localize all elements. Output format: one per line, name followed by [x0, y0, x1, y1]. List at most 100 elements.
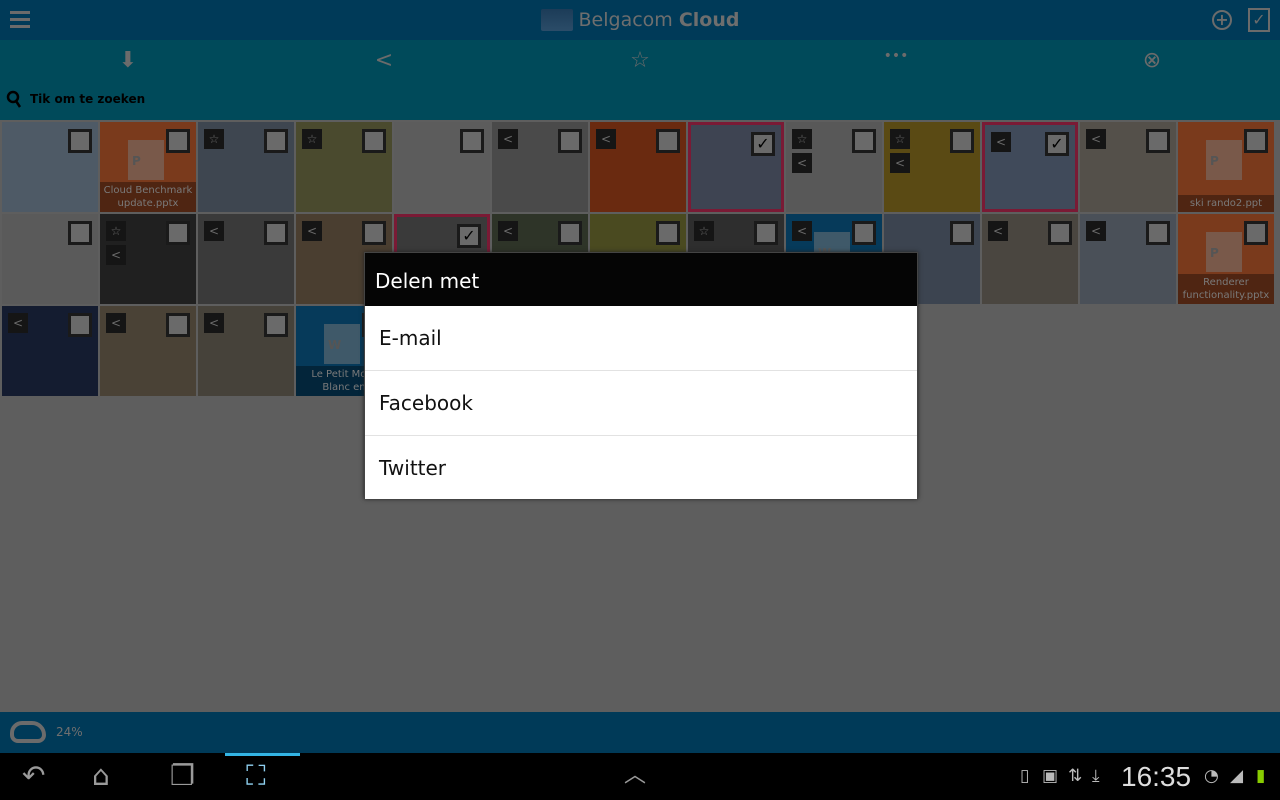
file-tile[interactable]: ☆ — [198, 122, 294, 212]
download-icon[interactable]: ⬇ — [108, 48, 148, 76]
select-checkbox[interactable] — [166, 313, 190, 337]
share-icon: < — [991, 132, 1011, 152]
clock: 16:35 — [1121, 761, 1192, 792]
select-checkbox[interactable] — [852, 129, 876, 153]
file-tile[interactable]: < — [492, 122, 588, 212]
battery-charging-icon: ▮ — [1256, 766, 1266, 786]
plus-circle-icon[interactable]: + — [1212, 10, 1232, 30]
select-checkbox[interactable] — [362, 129, 386, 153]
select-checkbox[interactable] — [1048, 221, 1072, 245]
app-title: Belgacom Cloud — [579, 9, 740, 31]
file-tile[interactable]: ☆ — [296, 122, 392, 212]
back-icon[interactable]: ↶ — [22, 761, 45, 791]
powerpoint-icon: P — [128, 140, 164, 180]
sd-card-icon: ▯ — [1020, 766, 1030, 786]
hamburger-icon[interactable] — [10, 11, 30, 28]
dialog-title: Delen met — [365, 253, 917, 306]
select-checkbox[interactable] — [68, 313, 92, 337]
select-checkbox[interactable] — [1244, 221, 1268, 245]
select-checkbox[interactable] — [264, 221, 288, 245]
select-checkbox[interactable] — [1146, 129, 1170, 153]
file-tile[interactable]: Pski rando2.ppt — [1178, 122, 1274, 212]
select-checkbox[interactable] — [166, 221, 190, 245]
app-title-bold: Cloud — [678, 9, 740, 31]
share-icon: < — [890, 153, 910, 173]
file-tile[interactable]: < — [982, 214, 1078, 304]
signal-icon: ◢ — [1230, 766, 1244, 786]
cloud-icon — [10, 721, 46, 743]
download-icon: ⤓ — [1092, 766, 1100, 786]
star-icon: ☆ — [204, 129, 224, 149]
storage-used: 24% — [56, 725, 83, 739]
file-name: Cloud Benchmark update.pptx — [100, 182, 196, 212]
file-tile[interactable] — [2, 214, 98, 304]
file-tile[interactable]: P Cloud Benchmark update.pptx — [100, 122, 196, 212]
select-checkbox[interactable] — [264, 313, 288, 337]
select-checkbox[interactable] — [362, 221, 386, 245]
file-name: Renderer functionality.pptx — [1178, 274, 1274, 304]
search-field[interactable]: Tik om te zoeken — [6, 90, 145, 108]
select-checkbox[interactable] — [1146, 221, 1170, 245]
checkbox-checked-icon[interactable]: ✓ — [1248, 8, 1270, 32]
select-checkbox[interactable]: ✓ — [751, 132, 775, 156]
screenshot-icon[interactable]: ⛶ — [246, 761, 266, 791]
file-tile[interactable]: < ✓ — [982, 122, 1078, 212]
file-tile[interactable]: < — [1080, 122, 1176, 212]
select-checkbox[interactable] — [558, 221, 582, 245]
file-tile[interactable]: < — [198, 306, 294, 396]
select-checkbox[interactable] — [558, 129, 582, 153]
file-tile[interactable]: < — [1080, 214, 1176, 304]
select-checkbox[interactable] — [460, 129, 484, 153]
star-icon: ☆ — [302, 129, 322, 149]
share-icon: < — [106, 245, 126, 265]
file-tile[interactable]: ☆ < — [100, 214, 196, 304]
active-indicator — [225, 753, 300, 756]
share-icon: < — [596, 129, 616, 149]
file-tile[interactable] — [2, 122, 98, 212]
select-checkbox[interactable] — [656, 129, 680, 153]
share-option-email[interactable]: E-mail — [365, 306, 917, 371]
chevron-up-icon[interactable]: ︿ — [624, 761, 646, 791]
share-icon: < — [204, 313, 224, 333]
file-tile[interactable]: ✓ — [688, 122, 784, 212]
star-icon[interactable]: ☆ — [620, 48, 660, 76]
star-icon: ☆ — [792, 129, 812, 149]
file-tile[interactable] — [394, 122, 490, 212]
file-tile[interactable]: ☆ < — [884, 122, 980, 212]
file-tile[interactable]: < — [590, 122, 686, 212]
select-checkbox[interactable] — [1244, 129, 1268, 153]
more-icon[interactable]: ••• — [876, 48, 916, 76]
system-bar: ↶ ⌂ ❐ ⛶ ︿ ▯ ▣ ⇅ ⤓ 16:35 ◔ ◢ ▮ — [0, 753, 1280, 800]
select-checkbox[interactable] — [754, 221, 778, 245]
share-icon[interactable]: < — [364, 48, 404, 76]
share-icon: < — [498, 221, 518, 241]
star-icon: ☆ — [106, 221, 126, 241]
select-checkbox[interactable] — [852, 221, 876, 245]
share-option-twitter[interactable]: Twitter — [365, 436, 917, 499]
recent-apps-icon[interactable]: ❐ — [170, 761, 195, 791]
file-name: ski rando2.ppt — [1178, 195, 1274, 212]
select-checkbox[interactable] — [656, 221, 680, 245]
select-checkbox[interactable] — [950, 221, 974, 245]
select-checkbox[interactable] — [264, 129, 288, 153]
share-icon: < — [498, 129, 518, 149]
file-tile[interactable]: P Renderer functionality.pptx — [1178, 214, 1274, 304]
select-checkbox[interactable] — [166, 129, 190, 153]
select-checkbox[interactable]: ✓ — [457, 224, 481, 248]
file-tile[interactable]: < — [198, 214, 294, 304]
search-placeholder: Tik om te zoeken — [30, 92, 146, 106]
sync-icon: ⇅ — [1068, 766, 1083, 786]
file-tile[interactable]: ☆ < — [786, 122, 882, 212]
select-checkbox[interactable] — [950, 129, 974, 153]
home-icon[interactable]: ⌂ — [92, 761, 110, 791]
gallery-icon: ▣ — [1042, 766, 1059, 786]
select-checkbox[interactable] — [68, 129, 92, 153]
select-checkbox[interactable] — [68, 221, 92, 245]
file-tile[interactable]: < — [100, 306, 196, 396]
cancel-icon[interactable]: ⊗ — [1132, 48, 1172, 76]
select-checkbox[interactable]: ✓ — [1045, 132, 1069, 156]
file-tile[interactable]: < — [2, 306, 98, 396]
share-option-facebook[interactable]: Facebook — [365, 371, 917, 436]
star-icon: ☆ — [694, 221, 714, 241]
share-icon: < — [988, 221, 1008, 241]
